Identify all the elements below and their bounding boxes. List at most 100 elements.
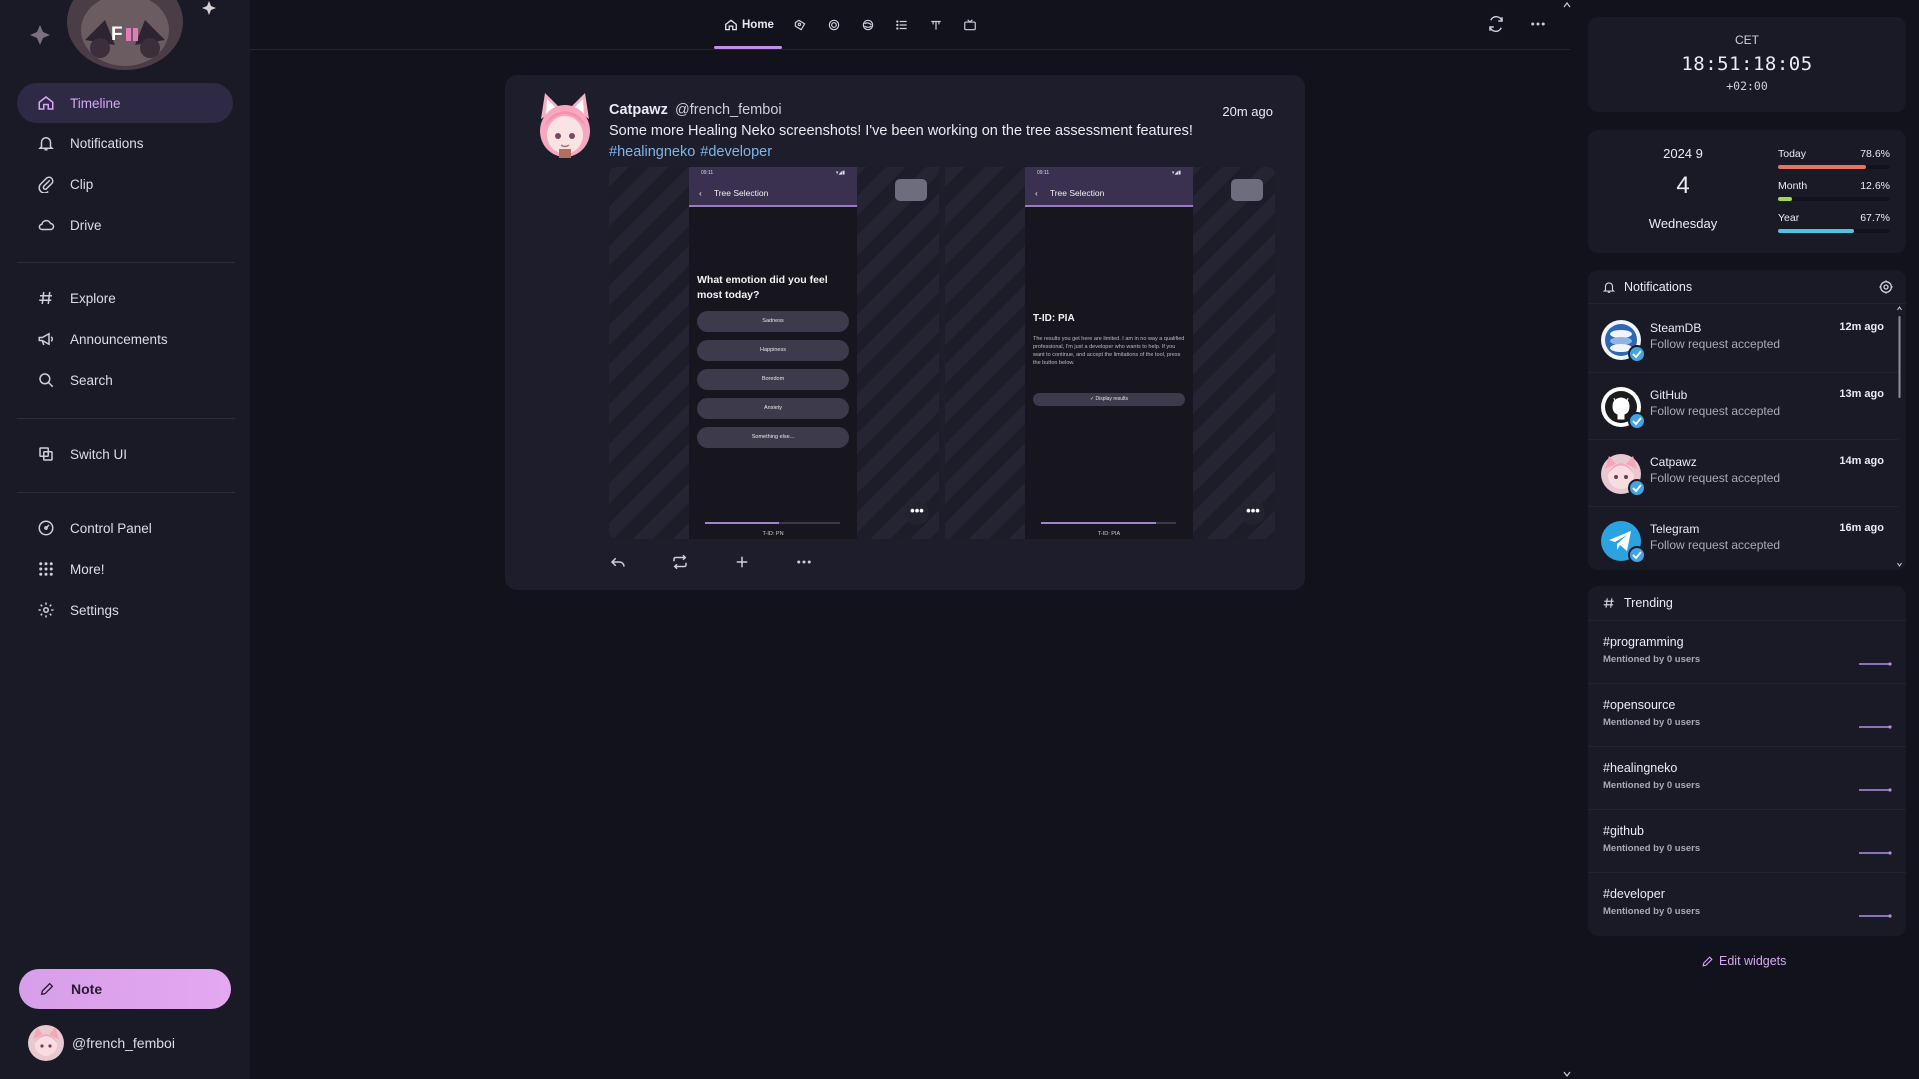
author-handle[interactable]: @french_femboi xyxy=(675,102,782,118)
notification-item[interactable]: GitHub Follow request accepted 13m ago xyxy=(1588,373,1898,440)
tab-antennas[interactable] xyxy=(929,12,943,38)
trending-tag[interactable]: #developer xyxy=(1603,887,1665,901)
notification-time: 14m ago xyxy=(1839,455,1884,467)
sidebar-item-more[interactable]: More! xyxy=(17,549,233,589)
notification-user[interactable]: Catpawz xyxy=(1650,455,1697,469)
media-alt-badge[interactable] xyxy=(895,179,927,201)
sidebar-item-announcements[interactable]: Announcements xyxy=(17,319,233,359)
phone-footer: T-ID: PIA xyxy=(1097,531,1121,537)
tab-channels[interactable] xyxy=(963,12,977,38)
tab-global[interactable] xyxy=(861,12,875,38)
trending-item[interactable]: #opensource Mentioned by 0 users xyxy=(1588,684,1906,747)
phone-header-title: Tree Selection xyxy=(713,188,769,198)
post-actions xyxy=(609,553,813,571)
list-icon xyxy=(896,20,907,30)
instance-logo[interactable]: F xyxy=(25,0,225,70)
edit-widgets-label: Edit widgets xyxy=(1719,954,1787,968)
main-scrollbar[interactable] xyxy=(1562,0,1572,1079)
tab-social[interactable] xyxy=(827,12,841,38)
renote-icon[interactable] xyxy=(671,553,689,571)
tab-home[interactable]: Home xyxy=(724,12,774,38)
trending-item[interactable]: #programming Mentioned by 0 users xyxy=(1588,621,1906,684)
tab-lists[interactable] xyxy=(895,12,909,38)
trending-item[interactable]: #healingneko Mentioned by 0 users xyxy=(1588,747,1906,810)
hashtag-link[interactable]: #developer xyxy=(700,144,772,160)
notification-item[interactable]: SteamDB Follow request accepted 12m ago xyxy=(1588,306,1898,373)
sidebar-item-clip[interactable]: Clip xyxy=(17,164,233,204)
screenshot-phone: 09:11 ▾◢▮ ‹ Tree Selection T-ID: PIA The r… xyxy=(1025,167,1193,539)
trending-tag[interactable]: #programming xyxy=(1603,635,1684,649)
sidebar-item-search[interactable]: Search xyxy=(17,360,233,400)
post-timestamp[interactable]: 20m ago xyxy=(1222,104,1273,119)
verified-badge xyxy=(1628,345,1646,363)
add-reaction-icon[interactable] xyxy=(733,553,751,571)
reply-icon[interactable] xyxy=(609,553,627,571)
progress-track xyxy=(1778,165,1890,169)
trending-tag[interactable]: #healingneko xyxy=(1603,761,1677,775)
notification-time: 13m ago xyxy=(1839,388,1884,400)
bell-icon xyxy=(38,137,54,151)
media-attachment[interactable]: 09:11 ▾◢▮ ‹ Tree Selection T-ID: PIA The r… xyxy=(945,167,1275,539)
note-button[interactable]: Note xyxy=(19,969,231,1009)
media-attachment[interactable]: 09:11 ▾◢▮ ‹ Tree Selection What emotion di… xyxy=(609,167,939,539)
local-timeline-icon xyxy=(794,19,806,31)
notification-text: Follow request accepted xyxy=(1650,404,1781,418)
verified-badge xyxy=(1628,412,1646,430)
search-icon xyxy=(39,373,54,388)
notification-user[interactable]: SteamDB xyxy=(1650,321,1701,335)
status-icons: ▾◢▮ xyxy=(1171,170,1181,176)
note-card[interactable]: Catpawz @french_femboi 20m ago Some more… xyxy=(505,75,1305,590)
edit-widgets-button[interactable]: Edit widgets xyxy=(1701,954,1786,968)
trending-tag[interactable]: #opensource xyxy=(1603,698,1675,712)
hash-icon xyxy=(39,291,52,305)
notifications-widget: Notifications SteamDB Follow request acc… xyxy=(1588,270,1906,570)
sidebar-item-explore[interactable]: Explore xyxy=(17,278,233,318)
calendar-year-month: 2024 9 xyxy=(1663,146,1703,161)
reload-button[interactable] xyxy=(1487,15,1505,33)
progress-fill xyxy=(1778,229,1854,233)
sidebar-item-drive[interactable]: Drive xyxy=(17,205,233,245)
answer-option: Boredom xyxy=(697,369,849,390)
github-avatar[interactable] xyxy=(1600,386,1646,430)
media-alt-badge[interactable] xyxy=(1231,179,1263,201)
author-avatar[interactable] xyxy=(535,93,595,158)
trending-header: Trending xyxy=(1588,586,1906,621)
notification-user[interactable]: GitHub xyxy=(1650,388,1687,402)
sidebar-item-settings[interactable]: Settings xyxy=(17,590,233,630)
catpawz-avatar[interactable] xyxy=(1600,453,1646,497)
cloud-icon xyxy=(38,219,55,231)
widgets-column: CET 18:51:18:05 +02:00 2024 9 4 Wednesda… xyxy=(1572,0,1919,1079)
sidebar-divider xyxy=(17,418,235,419)
trending-tag[interactable]: #github xyxy=(1603,824,1644,838)
tree-id-title: T-ID: PIA xyxy=(1033,313,1075,324)
telegram-avatar[interactable] xyxy=(1600,520,1646,564)
sidebar-divider xyxy=(17,262,235,263)
notifications-title: Notifications xyxy=(1624,279,1693,294)
gear-icon[interactable] xyxy=(1878,279,1894,295)
steamdb-avatar[interactable] xyxy=(1600,319,1646,363)
progress-track xyxy=(1778,229,1890,233)
trending-widget: Trending #programming Mentioned by 0 use… xyxy=(1588,586,1906,936)
trending-item[interactable]: #developer Mentioned by 0 users xyxy=(1588,873,1906,936)
media-more-button[interactable]: ••• xyxy=(1241,501,1265,525)
trend-sparkline xyxy=(1859,914,1892,918)
trending-item[interactable]: #github Mentioned by 0 users xyxy=(1588,810,1906,873)
account-menu[interactable]: @french_femboi xyxy=(28,1024,175,1062)
media-more-button[interactable]: ••• xyxy=(905,501,929,525)
notification-user[interactable]: Telegram xyxy=(1650,522,1699,536)
sidebar-item-control-panel[interactable]: Control Panel xyxy=(17,508,233,548)
hashtag-link[interactable]: #healingneko xyxy=(609,144,695,160)
tab-local[interactable] xyxy=(793,12,807,38)
trend-sparkline xyxy=(1859,725,1892,729)
notification-text: Follow request accepted xyxy=(1650,337,1781,351)
notification-item[interactable]: Catpawz Follow request accepted 14m ago xyxy=(1588,440,1898,507)
header-more-button[interactable] xyxy=(1529,15,1547,33)
notification-item[interactable]: Telegram Follow request accepted 16m ago xyxy=(1588,507,1898,570)
notifications-scrollbar[interactable] xyxy=(1897,306,1902,570)
sidebar-item-switch-ui[interactable]: Switch UI xyxy=(17,434,233,474)
sidebar-item-timeline[interactable]: Timeline xyxy=(17,83,233,123)
sidebar-item-notifications[interactable]: Notifications xyxy=(17,123,233,163)
progress-percent: 12.6% xyxy=(1860,180,1890,192)
more-horizontal-icon[interactable] xyxy=(795,553,813,571)
author-name[interactable]: Catpawz xyxy=(609,102,668,118)
